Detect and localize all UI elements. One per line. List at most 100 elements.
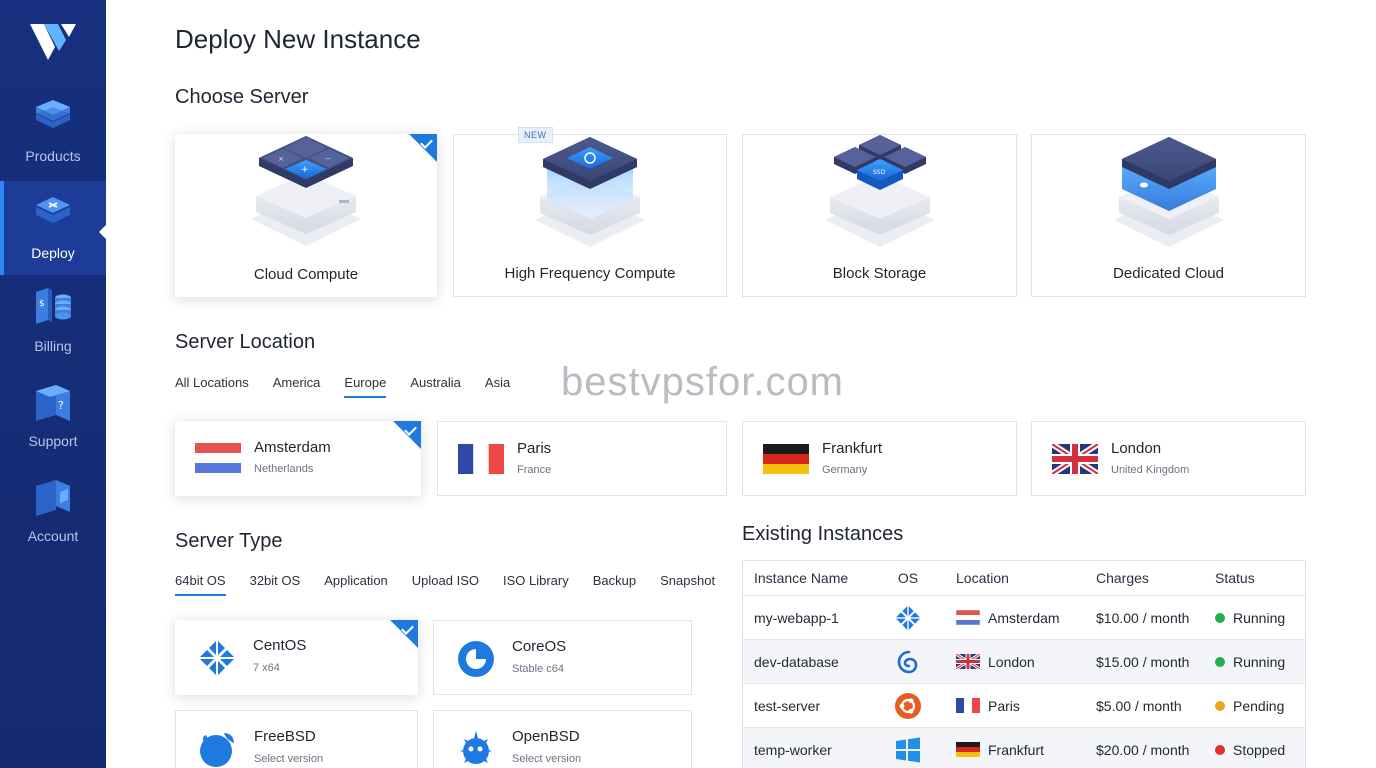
table-header-row: Instance Name OS Location Charges Status (743, 561, 1305, 596)
column-header-charges[interactable]: Charges (1096, 561, 1149, 595)
vultr-logo-icon[interactable] (28, 20, 78, 64)
server-option-cloud-compute[interactable]: + × − Cloud Compute (175, 134, 437, 297)
location-city: Paris (517, 440, 552, 457)
os-card-coreos[interactable]: CoreOS Stable c64 (433, 620, 692, 695)
location-name: Paris (988, 697, 1020, 714)
instance-name[interactable]: my-webapp-1 (754, 596, 839, 639)
status-text: Running (1233, 609, 1286, 626)
tab-application[interactable]: Application (324, 573, 388, 596)
tab-australia[interactable]: Australia (410, 375, 461, 398)
selected-check-icon (393, 421, 421, 449)
server-option-label: Block Storage (832, 265, 927, 282)
charges-cell: $15.00 / month (1096, 653, 1190, 670)
france-flag-icon (458, 444, 504, 474)
column-header-status[interactable]: Status (1215, 561, 1255, 595)
svg-text:?: ? (58, 399, 64, 412)
nav-label-account: Account (27, 528, 79, 544)
os-version: Select version (512, 753, 582, 765)
choose-server-title: Choose Server (175, 86, 309, 108)
os-cell (891, 640, 925, 683)
os-version: Select version (254, 753, 324, 765)
server-location-title: Server Location (175, 331, 316, 353)
nav-item-deploy[interactable]: Deploy (0, 181, 107, 275)
table-row[interactable]: test-server Paris $5.00 / month Pending (743, 684, 1305, 728)
instance-name[interactable]: temp-worker (754, 728, 832, 768)
svg-text:−: − (325, 155, 331, 163)
status-running-icon (1215, 656, 1225, 667)
location-cell: Paris (956, 684, 1020, 727)
tab-america[interactable]: America (273, 375, 321, 398)
selected-check-icon (390, 620, 418, 648)
nav-item-products[interactable]: Products (0, 96, 106, 190)
status-pending-icon (1215, 700, 1225, 711)
table-row[interactable]: my-webapp-1 Amsterdam $10.00 / month Run… (743, 596, 1305, 640)
nav-item-billing[interactable]: $ Billing (0, 286, 106, 380)
charges-cell: $5.00 / month (1096, 697, 1182, 714)
tab-upload-iso[interactable]: Upload ISO (412, 573, 479, 596)
status-running-icon (1215, 612, 1225, 623)
location-name: Frankfurt (988, 741, 1045, 758)
tab-asia[interactable]: Asia (485, 375, 510, 398)
location-name: London (988, 653, 1035, 670)
location-card-paris[interactable]: Paris France (437, 421, 727, 496)
location-card-amsterdam[interactable]: Amsterdam Netherlands (175, 421, 421, 496)
os-name: CoreOS (512, 638, 567, 655)
status-text: Stopped (1233, 741, 1286, 758)
os-card-openbsd[interactable]: OpenBSD Select version (433, 710, 692, 768)
location-card-london[interactable]: London United Kingdom (1031, 421, 1306, 496)
os-card-freebsd[interactable]: FreeBSD Select version (175, 710, 418, 768)
column-header-location[interactable]: Location (956, 561, 1009, 595)
os-cell (891, 684, 925, 727)
watermark: bestvpsfor.com (561, 360, 845, 404)
tab-32bit-os[interactable]: 32bit OS (250, 573, 301, 596)
location-cell: Frankfurt (956, 728, 1044, 768)
high-frequency-icon (535, 137, 645, 247)
netherlands-flag-icon (195, 443, 241, 473)
tab-64bit-os[interactable]: 64bit OS (175, 573, 226, 596)
uk-flag-icon (1052, 444, 1098, 474)
existing-instances-title: Existing Instances (742, 523, 904, 545)
location-city: London (1111, 440, 1162, 457)
os-cell (891, 596, 925, 639)
column-header-os[interactable]: OS (891, 561, 925, 595)
column-header-name[interactable]: Instance Name (754, 561, 848, 595)
tab-europe[interactable]: Europe (344, 375, 387, 398)
server-option-label: Cloud Compute (253, 266, 359, 283)
ubuntu-icon (895, 692, 921, 719)
uk-flag-icon (956, 654, 980, 669)
status-cell: Running (1215, 596, 1285, 639)
server-type-title: Server Type (175, 530, 283, 552)
freebsd-icon (200, 733, 234, 767)
server-option-dedicated-cloud[interactable]: Dedicated Cloud (1031, 134, 1306, 297)
nav-label-deploy: Deploy (31, 245, 75, 261)
netherlands-flag-icon (956, 610, 980, 625)
france-flag-icon (956, 698, 980, 713)
location-card-frankfurt[interactable]: Frankfurt Germany (742, 421, 1017, 496)
support-icon: ? (36, 385, 70, 421)
tab-backup[interactable]: Backup (593, 573, 636, 596)
debian-icon (897, 650, 918, 673)
location-country: Netherlands (254, 463, 314, 475)
status-cell: Pending (1215, 684, 1284, 727)
table-row[interactable]: temp-worker Frankfurt $20.00 / month Sto… (743, 728, 1305, 768)
location-country: France (517, 464, 552, 476)
location-country: United Kingdom (1111, 464, 1190, 476)
server-option-label: Dedicated Cloud (1113, 265, 1224, 282)
page-title: Deploy New Instance (175, 24, 421, 54)
table-row[interactable]: dev-database London $15.00 / month Runni… (743, 640, 1305, 684)
instance-name[interactable]: dev-database (754, 640, 839, 683)
server-option-block-storage[interactable]: SSD Block Storage (742, 134, 1017, 297)
tab-snapshot[interactable]: Snapshot (660, 573, 715, 596)
nav-item-account[interactable]: Account (0, 476, 106, 570)
tab-all-locations[interactable]: All Locations (175, 375, 249, 398)
svg-text:SSD: SSD (873, 169, 886, 176)
svg-text:+: + (301, 165, 309, 175)
billing-icon: $ (36, 288, 71, 324)
os-card-centos[interactable]: CentOS 7 x64 (175, 620, 418, 695)
location-city: Amsterdam (254, 439, 331, 456)
instance-name[interactable]: test-server (754, 684, 820, 727)
cloud-compute-icon: + × − (251, 136, 361, 246)
nav-item-support[interactable]: ? Support (0, 381, 106, 475)
tab-iso-library[interactable]: ISO Library (503, 573, 569, 596)
server-option-high-frequency[interactable]: NEW High Frequency Compute (453, 127, 727, 297)
